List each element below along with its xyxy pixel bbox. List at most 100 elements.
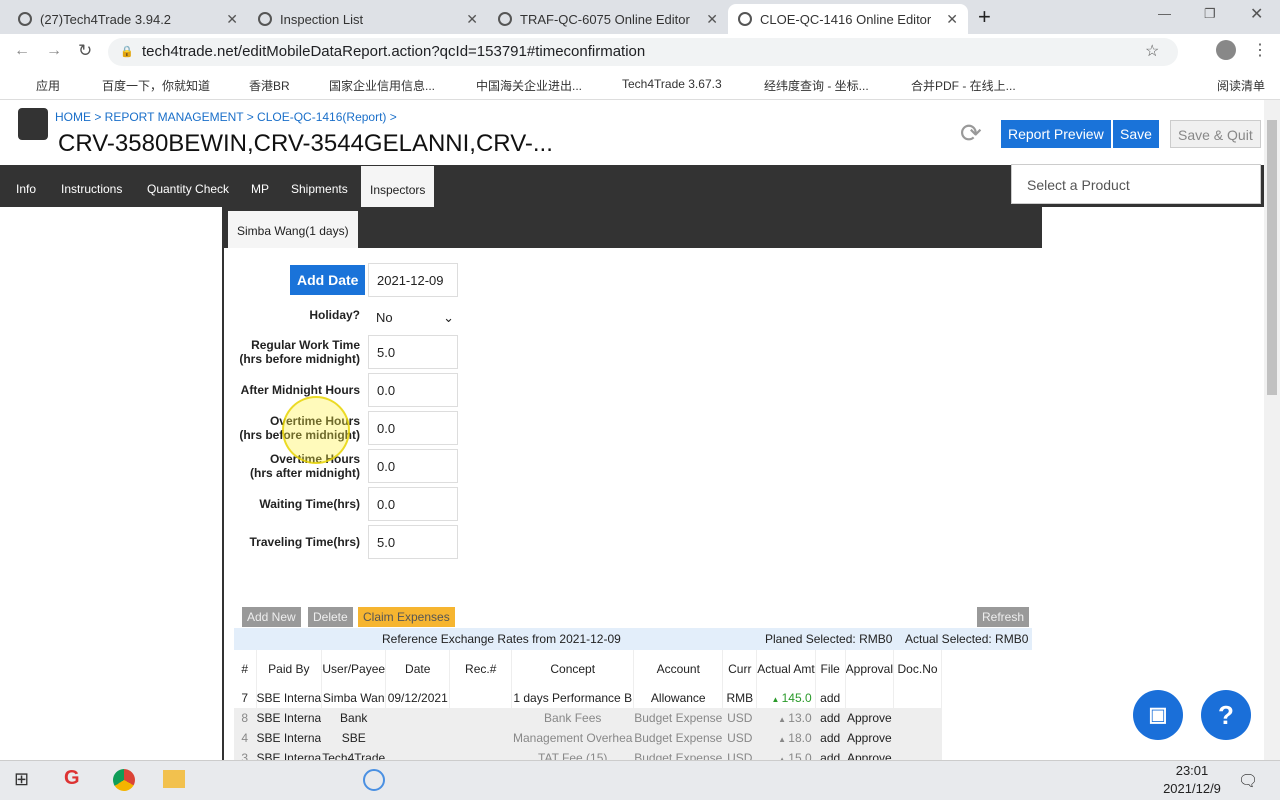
waiting-time-input[interactable]: 0.0 (368, 487, 458, 521)
image-icon[interactable]: ▣ (1133, 690, 1183, 740)
browser-tab[interactable]: TRAF-QC-6075 Online Editor ✕ (488, 4, 728, 34)
table-row[interactable]: 7 SBE Interna Simba Wan 09/12/2021 1 days Pe… (234, 688, 943, 708)
traveling-time-label: Traveling Time(hrs) (249, 535, 360, 549)
table-cell: Simba Wan (321, 688, 387, 708)
table-cell[interactable]: add (815, 728, 846, 748)
table-cell: USD (722, 728, 758, 748)
notification-icon[interactable]: 🗨 (1238, 771, 1258, 791)
browser-tab[interactable]: Inspection List ✕ (248, 4, 488, 34)
reading-list[interactable]: 阅读清单 (1217, 77, 1265, 94)
overtime-before-input[interactable]: 0.0 (368, 411, 458, 445)
table-cell[interactable]: add (815, 708, 846, 728)
table-cell: 4 (234, 728, 257, 748)
claim-expenses-button[interactable]: Claim Expenses (358, 607, 455, 627)
lock-icon: 🔒 (120, 46, 134, 58)
add-date-button[interactable]: Add Date (290, 265, 366, 295)
new-tab-button[interactable]: + (978, 4, 991, 30)
expenses-table: # Paid By User/Payee Date Rec.# Concept Accoun… (234, 650, 943, 768)
window-close-button[interactable]: ✕ (1250, 4, 1263, 24)
folder-icon[interactable] (163, 770, 185, 788)
save-button[interactable]: Save (1113, 120, 1159, 148)
profile-avatar[interactable] (1216, 40, 1236, 60)
table-cell: RMB (722, 688, 758, 708)
menu-icon[interactable]: ⋮ (1252, 40, 1268, 60)
windows-start-icon[interactable]: ⊞ (14, 769, 29, 790)
bookmark[interactable]: 香港BR (249, 77, 290, 94)
rates-bar: Reference Exchange Rates from 2021-12-09… (234, 628, 1032, 650)
scrollbar-thumb[interactable] (1267, 120, 1277, 395)
help-button[interactable]: ? (1201, 690, 1251, 740)
tab-shipments[interactable]: Shipments (291, 165, 348, 207)
tab-quantity-check[interactable]: Quantity Check (147, 165, 229, 207)
table-cell: SBE Interna (256, 688, 323, 708)
report-preview-button[interactable]: Report Preview (1001, 120, 1111, 148)
delete-button[interactable]: Delete (308, 607, 353, 627)
table-cell (845, 688, 895, 708)
holiday-select[interactable]: No ⌄ (368, 301, 458, 335)
traveling-time-input[interactable]: 5.0 (368, 525, 458, 559)
inspector-tab[interactable]: Simba Wang(1 days) (228, 211, 358, 248)
forward-icon[interactable]: → (46, 42, 62, 60)
browser-tab[interactable]: (27)Tech4Trade 3.94.2 ✕ (8, 4, 248, 34)
table-cell[interactable]: add (815, 688, 846, 708)
tab-inspectors[interactable]: Inspectors (361, 166, 435, 207)
table-row[interactable]: 8 SBE Interna Bank Bank Fees Budget Expense U… (234, 708, 943, 728)
table-cell: Bank (321, 708, 387, 728)
back-icon[interactable]: ← (14, 42, 30, 60)
bookmark[interactable]: Tech4Trade 3.67.3 (622, 77, 722, 91)
app-icon[interactable] (363, 769, 385, 791)
amount: 145.0 (781, 691, 812, 705)
waiting-time-label: Waiting Time(hrs) (259, 497, 360, 511)
close-icon[interactable]: ✕ (226, 11, 238, 28)
table-cell: Approve (845, 708, 895, 728)
overtime-after-input[interactable]: 0.0 (368, 449, 458, 483)
close-icon[interactable]: ✕ (466, 11, 478, 28)
close-icon[interactable]: ✕ (706, 11, 718, 28)
table-cell (385, 728, 451, 748)
arrow-up-icon: ▲ (778, 715, 789, 724)
app-icon[interactable]: G (64, 767, 80, 790)
table-row[interactable]: 4 SBE Interna SBE Management Overhea Budget … (234, 728, 943, 748)
clock-date[interactable]: 2021/12/9 (1152, 781, 1232, 796)
globe-icon (738, 12, 752, 26)
breadcrumb[interactable]: HOME > REPORT MANAGEMENT > CLOE-QC-1416(… (55, 110, 397, 124)
tab-label: CLOE-QC-1416 Online Editor (760, 11, 932, 27)
restore-button[interactable]: ❐ (1204, 6, 1216, 22)
save-quit-button[interactable]: Save & Quit (1170, 120, 1261, 148)
bookmark[interactable]: 经纬度查询 - 坐标... (764, 77, 869, 94)
bookmark[interactable]: 百度一下，你就知道 (102, 77, 210, 94)
planed-selected: Planed Selected: RMB0 (765, 632, 893, 646)
table-cell (893, 708, 943, 728)
star-icon[interactable]: ☆ (1145, 41, 1159, 61)
tab-mp[interactable]: MP (251, 165, 269, 207)
rates-text: Reference Exchange Rates from 2021-12-09 (382, 632, 621, 646)
date-field[interactable]: 2021-12-09 (368, 263, 458, 297)
tab-info[interactable]: Info (16, 165, 36, 207)
tab-instructions[interactable]: Instructions (61, 165, 122, 207)
table-header: # Paid By User/Payee Date Rec.# Concept Accoun… (234, 650, 943, 688)
table-cell: Budget Expense (633, 708, 724, 728)
after-midnight-input[interactable]: 0.0 (368, 373, 458, 407)
regular-work-input[interactable]: 5.0 (368, 335, 458, 369)
product-select[interactable]: Select a Product (1011, 164, 1261, 204)
refresh-button[interactable]: Refresh (977, 607, 1030, 627)
column-header: # (234, 650, 257, 688)
add-new-button[interactable]: Add New (242, 607, 301, 627)
minimize-button[interactable]: — (1158, 6, 1171, 21)
document-icon (18, 108, 48, 140)
tab-label: Inspection List (280, 11, 364, 27)
bookmark[interactable]: 中国海关企业进出... (476, 77, 582, 94)
sync-icon[interactable]: ⟳ (960, 118, 982, 149)
bookmark[interactable]: 合并PDF - 在线上... (911, 77, 1016, 94)
clock-time[interactable]: 23:01 (1157, 763, 1227, 778)
chrome-icon[interactable] (113, 769, 135, 791)
bookmark[interactable]: 国家企业信用信息... (329, 77, 435, 94)
reload-icon[interactable]: ↻ (78, 41, 92, 61)
table-cell (893, 688, 943, 708)
browser-tab-active[interactable]: CLOE-QC-1416 Online Editor ✕ (728, 4, 968, 34)
close-icon[interactable]: ✕ (946, 11, 958, 28)
table-cell: 1 days Performance B (511, 688, 635, 708)
bookmark[interactable]: 应用 (36, 77, 60, 94)
table-cell: 09/12/2021 (385, 688, 451, 708)
url-input[interactable]: 🔒 tech4trade.net/editMobileDataReport.act… (108, 38, 1178, 66)
